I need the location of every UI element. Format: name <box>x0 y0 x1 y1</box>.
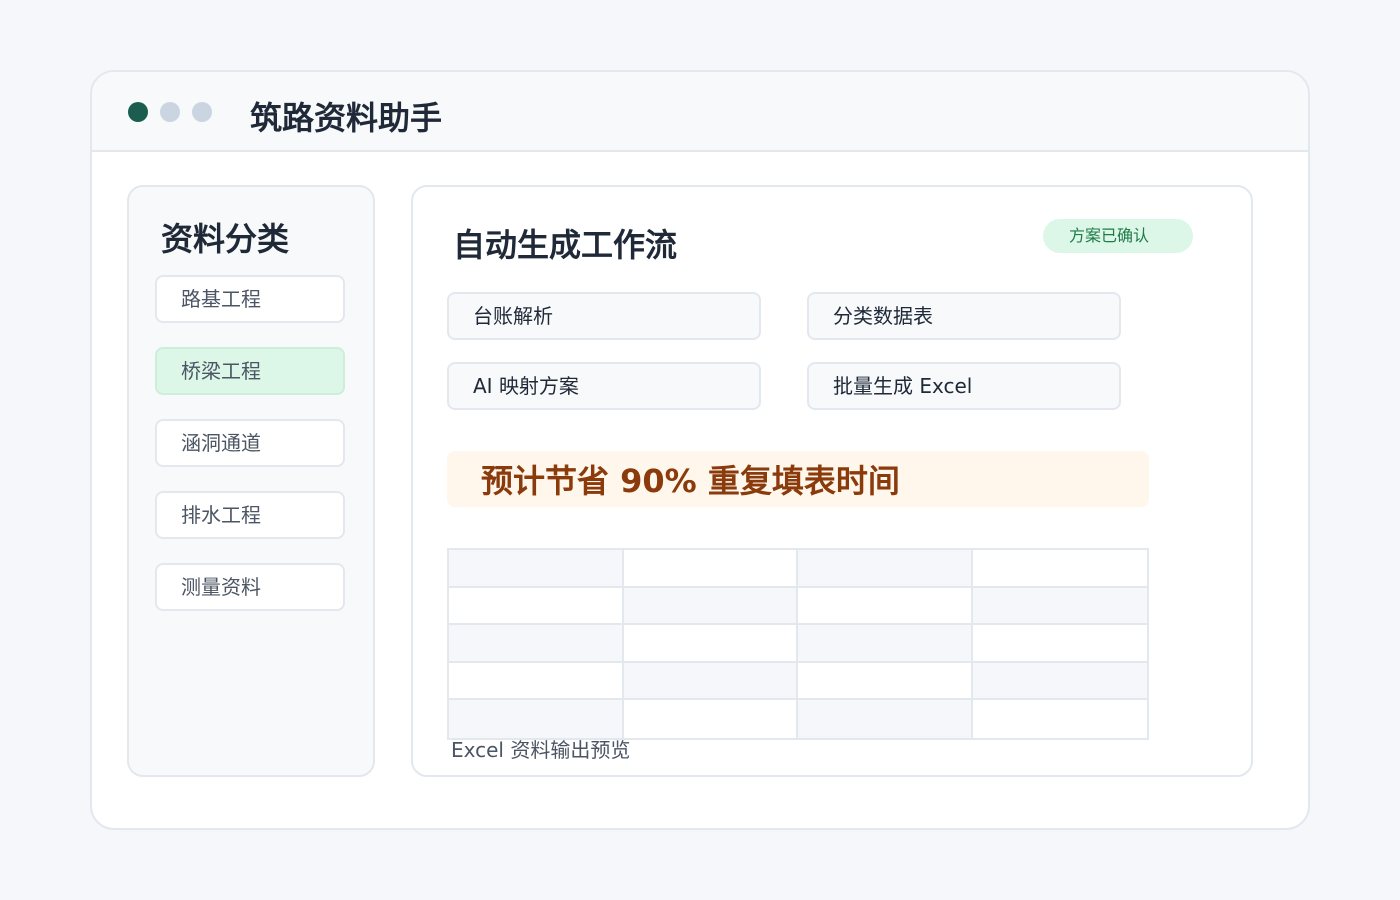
grid-cell <box>972 662 1147 701</box>
excel-preview-grid <box>447 548 1149 740</box>
status-badge: 方案已确认 <box>1043 219 1193 253</box>
grid-cell <box>449 550 624 588</box>
step-category-table[interactable]: 分类数据表 <box>807 292 1121 340</box>
grid-cell <box>973 700 1148 738</box>
sidebar-item-culvert[interactable]: 涵洞通道 <box>155 419 345 467</box>
window-dot-icon[interactable] <box>160 102 180 122</box>
grid-cell <box>972 550 1147 588</box>
sidebar-title: 资料分类 <box>161 220 290 258</box>
category-sidebar: 资料分类 路基工程 桥梁工程 涵洞通道 排水工程 测量资料 <box>127 185 375 777</box>
workflow-panel: 自动生成工作流 方案已确认 台账解析 分类数据表 AI 映射方案 批量生成 Ex… <box>411 185 1253 777</box>
grid-cell <box>623 550 798 588</box>
grid-cell <box>798 700 973 738</box>
app-window: 筑路资料助手 资料分类 路基工程 桥梁工程 涵洞通道 排水工程 测量资料 自动生… <box>90 70 1310 830</box>
sidebar-item-drainage[interactable]: 排水工程 <box>155 491 345 539</box>
grid-cell <box>623 662 798 701</box>
grid-cell <box>624 700 798 738</box>
grid-cell <box>449 625 624 663</box>
window-dot-icon[interactable] <box>192 102 212 122</box>
sidebar-item-survey[interactable]: 测量资料 <box>155 563 345 611</box>
grid-cell <box>972 625 1147 663</box>
page-title: 自动生成工作流 <box>453 226 678 264</box>
step-ledger-parse[interactable]: 台账解析 <box>447 292 761 340</box>
grid-cell <box>798 625 973 663</box>
grid-cell <box>798 550 973 588</box>
grid-cell <box>623 625 798 663</box>
app-title: 筑路资料助手 <box>250 99 443 137</box>
step-batch-excel[interactable]: 批量生成 Excel <box>807 362 1121 410</box>
grid-cell <box>449 662 624 701</box>
grid-cell <box>449 587 624 626</box>
step-ai-mapping[interactable]: AI 映射方案 <box>447 362 761 410</box>
savings-banner: 预计节省 90% 重复填表时间 <box>447 451 1149 507</box>
sidebar-item-bridge[interactable]: 桥梁工程 <box>155 347 345 395</box>
grid-cell <box>623 587 798 626</box>
grid-cell <box>449 700 624 738</box>
window-dot-icon[interactable] <box>128 102 148 122</box>
preview-caption: Excel 资料输出预览 <box>451 738 631 762</box>
grid-cell <box>972 587 1147 626</box>
grid-cell <box>798 662 973 701</box>
grid-cell <box>798 587 973 626</box>
savings-text: 预计节省 90% 重复填表时间 <box>481 462 900 500</box>
title-bar: 筑路资料助手 <box>92 72 1308 152</box>
sidebar-item-subgrade[interactable]: 路基工程 <box>155 275 345 323</box>
